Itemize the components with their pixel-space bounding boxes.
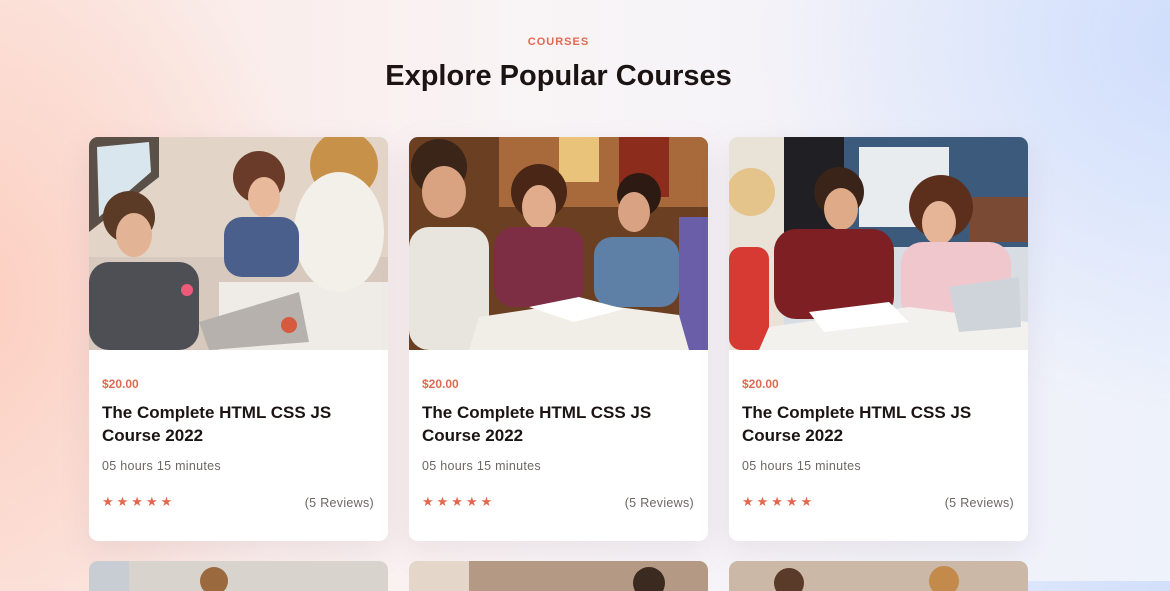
course-image-partial [409, 561, 708, 591]
course-duration: 05 hours 15 minutes [742, 459, 861, 473]
course-price: $20.00 [742, 377, 779, 391]
course-card[interactable]: $20.00 The Complete HTML CSS JS Course 2… [89, 137, 388, 541]
rating-stars-icon: ★★★★★ [742, 494, 816, 509]
section-eyebrow: COURSES [527, 36, 590, 48]
students-laughing-over-book-photo [409, 137, 708, 350]
course-image[interactable] [89, 137, 388, 350]
course-card-next-row[interactable] [729, 561, 1028, 591]
course-card[interactable]: $20.00 The Complete HTML CSS JS Course 2… [409, 137, 708, 541]
course-image[interactable] [409, 137, 708, 350]
students-studying-with-laptop-photo [89, 137, 388, 350]
course-title[interactable]: The Complete HTML CSS JS Course 2022 [742, 401, 1012, 447]
course-image-partial [89, 561, 388, 591]
course-reviews: (5 Reviews) [624, 496, 694, 510]
course-image-partial [729, 561, 1028, 591]
course-reviews: (5 Reviews) [944, 496, 1014, 510]
course-card[interactable]: $20.00 The Complete HTML CSS JS Course 2… [729, 137, 1028, 541]
course-card-next-row[interactable] [409, 561, 708, 591]
course-reviews: (5 Reviews) [304, 496, 374, 510]
course-price: $20.00 [422, 377, 459, 391]
rating-stars-icon: ★★★★★ [102, 494, 176, 509]
students-studying-at-desk-photo [729, 137, 1028, 350]
course-duration: 05 hours 15 minutes [422, 459, 541, 473]
course-title[interactable]: The Complete HTML CSS JS Course 2022 [422, 401, 692, 447]
rating-stars-icon: ★★★★★ [422, 494, 496, 509]
section-title: Explore Popular Courses [385, 60, 732, 92]
course-card-next-row[interactable] [89, 561, 388, 591]
course-duration: 05 hours 15 minutes [102, 459, 221, 473]
course-image[interactable] [729, 137, 1028, 350]
course-title[interactable]: The Complete HTML CSS JS Course 2022 [102, 401, 372, 447]
course-price: $20.00 [102, 377, 139, 391]
